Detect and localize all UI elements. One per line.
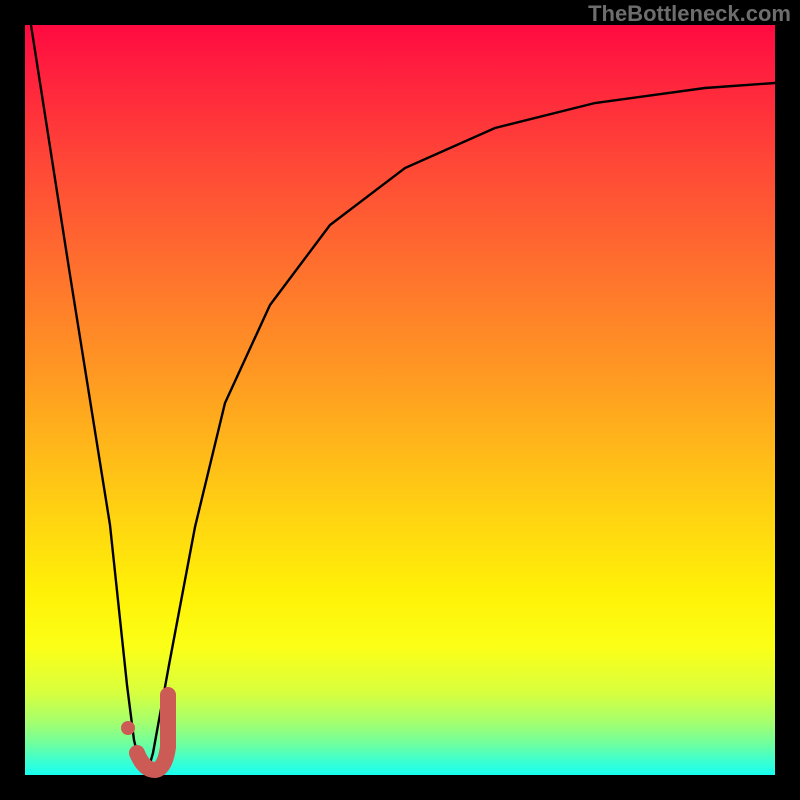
j-marker xyxy=(121,695,168,770)
chart-frame: TheBottleneck.com xyxy=(0,0,800,800)
watermark-text: TheBottleneck.com xyxy=(588,1,791,27)
bottleneck-curve xyxy=(31,25,775,774)
j-marker-dot xyxy=(121,721,135,735)
chart-svg xyxy=(25,25,775,775)
